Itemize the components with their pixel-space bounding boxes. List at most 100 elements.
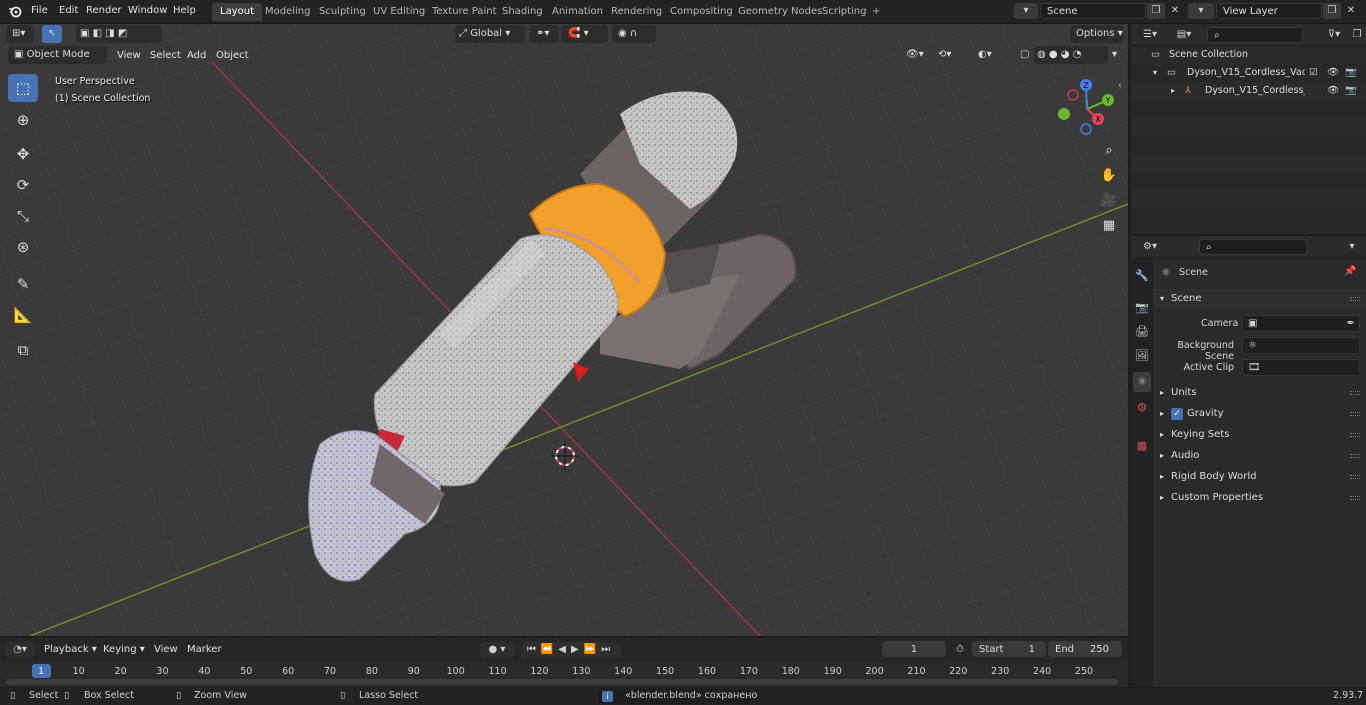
keying-sets-panel-header[interactable]: ▸ Keying Sets: [1153, 425, 1366, 445]
measure-tool-icon[interactable]: 📐: [8, 301, 38, 329]
scene-name-field[interactable]: Scene: [1040, 3, 1146, 19]
drag-handle-icon[interactable]: [1350, 412, 1360, 416]
select-box-tool-icon[interactable]: ⬚: [8, 74, 38, 102]
rigid-body-world-panel-header[interactable]: ▸ Rigid Body World: [1153, 467, 1366, 487]
render-camera-icon[interactable]: 📷: [1345, 64, 1357, 82]
new-collection-icon[interactable]: ❐: [1349, 27, 1365, 43]
new-scene-icon[interactable]: ❐: [1147, 3, 1165, 19]
keying-dropdown[interactable]: Keying ▾: [99, 641, 149, 659]
output-tab-icon[interactable]: 🖨: [1133, 322, 1151, 342]
properties-editor-type-icon[interactable]: ⚙▾: [1137, 239, 1163, 255]
exclude-checkbox-icon[interactable]: ☑: [1309, 64, 1318, 82]
shading-options-icon[interactable]: ▾: [1106, 46, 1122, 64]
current-frame-field[interactable]: 1: [882, 641, 946, 657]
new-view-layer-icon[interactable]: ❐: [1323, 3, 1341, 19]
menu-edit[interactable]: Edit: [59, 5, 78, 16]
viewport-menu-view[interactable]: View: [112, 47, 146, 65]
world-tab-icon[interactable]: ◍: [1133, 397, 1151, 417]
viewport-menu-select[interactable]: Select: [145, 47, 186, 65]
overlay-toggle-icon[interactable]: ◐▾: [972, 46, 1006, 64]
scene-tab-icon[interactable]: ⚛: [1133, 372, 1151, 392]
tab-uv-editing[interactable]: UV Editing: [365, 3, 433, 21]
tab-rendering[interactable]: Rendering: [603, 3, 670, 21]
zoom-view-icon[interactable]: ⌕: [1098, 140, 1120, 162]
camera-field[interactable]: ▣ ✒: [1242, 315, 1360, 332]
tool-tab-icon[interactable]: 🔧: [1133, 266, 1151, 286]
view-layer-tab-icon[interactable]: 🖼: [1133, 346, 1151, 366]
properties-options-icon[interactable]: ▾: [1343, 239, 1361, 255]
transform-orientation-dropdown[interactable]: ⤢ Global ▾: [455, 25, 525, 43]
render-camera-icon[interactable]: 📷: [1345, 82, 1357, 100]
expand-arrow-icon[interactable]: ▸: [1171, 82, 1175, 100]
texture-tab-icon[interactable]: ▩: [1133, 436, 1151, 456]
gravity-panel-header[interactable]: ▸ ✓ Gravity: [1153, 404, 1366, 424]
drag-handle-icon[interactable]: [1350, 475, 1360, 479]
auto-keying-icon[interactable]: ● ▾: [480, 642, 514, 658]
menu-file[interactable]: File: [31, 5, 48, 16]
drag-handle-icon[interactable]: [1350, 496, 1360, 500]
selection-mode-icons[interactable]: ▣ ◧ ◨ ◩: [76, 25, 162, 43]
3d-viewport[interactable]: ⊞▾ ↖ ▣ ◧ ◨ ◩ ⤢ Global ▾ ⚭▾ 🧲 ▾ ◉ ∩ Optio…: [0, 24, 1128, 636]
menu-help[interactable]: Help: [173, 5, 196, 16]
end-frame-field[interactable]: End 250: [1048, 641, 1122, 657]
start-frame-field[interactable]: Start 1: [972, 641, 1046, 657]
proportional-editing-icon[interactable]: ◉ ∩: [612, 25, 656, 43]
collapse-arrow-icon[interactable]: ▾: [1153, 64, 1157, 82]
filter-icon[interactable]: ⊽▾: [1321, 27, 1347, 43]
cursor-tool-icon[interactable]: ⊕: [8, 106, 38, 134]
outliner-editor-type-icon[interactable]: ☰▾: [1137, 27, 1163, 43]
xray-toggle-icon[interactable]: ▢: [1014, 46, 1032, 64]
snap-toggle-icon[interactable]: 🧲 ▾: [562, 25, 608, 43]
viewport-menu-object[interactable]: Object: [211, 47, 254, 65]
tab-layout[interactable]: Layout: [212, 3, 262, 21]
editor-type-icon[interactable]: ⊞▾: [6, 25, 34, 43]
scene-panel-header[interactable]: ▾ Scene: [1153, 289, 1366, 309]
stopwatch-icon[interactable]: ⏱: [952, 642, 968, 658]
navigation-gizmo[interactable]: Z Y X: [1052, 74, 1122, 144]
tab-texture-paint[interactable]: Texture Paint: [424, 3, 505, 21]
annotate-tool-icon[interactable]: ✎: [8, 270, 38, 298]
active-clip-field[interactable]: 🎞: [1242, 359, 1360, 376]
render-tab-icon[interactable]: 📷: [1133, 298, 1151, 318]
timeline-editor-type-icon[interactable]: ◔▾: [6, 642, 34, 658]
tab-animation[interactable]: Animation: [544, 3, 611, 21]
drag-handle-icon[interactable]: [1350, 391, 1360, 395]
transform-tool-icon[interactable]: ⊛: [8, 233, 38, 261]
visibility-eye-icon[interactable]: 👁▾: [900, 46, 930, 64]
gizmo-toggle-icon[interactable]: ⟲▾: [932, 46, 966, 64]
camera-view-icon[interactable]: 🎥: [1098, 190, 1120, 212]
menu-window[interactable]: Window: [128, 5, 167, 16]
drag-handle-icon[interactable]: [1350, 297, 1360, 301]
outliner-display-mode-icon[interactable]: ▤▾: [1171, 27, 1197, 43]
viewport-scene[interactable]: [0, 24, 1128, 636]
properties-search-input[interactable]: ⌕: [1199, 239, 1307, 255]
timeline-menu-marker[interactable]: Marker: [183, 641, 226, 659]
timeline-scrollbar[interactable]: [6, 679, 1118, 685]
blender-logo-icon[interactable]: [8, 4, 22, 18]
remove-scene-icon[interactable]: ✕: [1166, 3, 1184, 19]
pin-icon[interactable]: 📌: [1344, 266, 1356, 277]
units-panel-header[interactable]: ▸ Units: [1153, 383, 1366, 403]
outliner-row-scene-collection[interactable]: ▭ Scene Collection: [1131, 46, 1366, 64]
scale-tool-icon[interactable]: ⤡: [8, 202, 38, 230]
ortho-toggle-icon[interactable]: ▦: [1098, 215, 1120, 237]
tab-modeling[interactable]: Modeling: [257, 3, 319, 21]
background-scene-field[interactable]: ⚛: [1242, 337, 1360, 354]
sidebar-toggle-icon[interactable]: ‹: [1118, 80, 1122, 91]
view-layer-selector-icon[interactable]: ▾: [1188, 3, 1214, 19]
pivot-point-icon[interactable]: ⚭▾: [530, 25, 558, 43]
custom-properties-panel-header[interactable]: ▸ Custom Properties: [1153, 488, 1366, 508]
drag-handle-icon[interactable]: [1350, 454, 1360, 458]
tab-compositing[interactable]: Compositing: [662, 3, 741, 21]
audio-panel-header[interactable]: ▸ Audio: [1153, 446, 1366, 466]
playback-dropdown[interactable]: Playback ▾: [40, 641, 101, 659]
tab-shading[interactable]: Shading: [494, 3, 551, 21]
move-tool-icon[interactable]: ✥: [8, 140, 38, 168]
options-dropdown[interactable]: Options ▾: [1070, 25, 1123, 43]
visibility-eye-icon[interactable]: 👁: [1327, 64, 1339, 82]
rotate-tool-icon[interactable]: ⟳: [8, 171, 38, 199]
outliner-row-collection[interactable]: ▾ ▭ Dyson_V15_Cordless_Vacuum ☑ 👁 📷: [1131, 64, 1366, 82]
viewport-menu-add[interactable]: Add: [182, 47, 211, 65]
view-layer-name-field[interactable]: View Layer: [1216, 3, 1322, 19]
tweak-tool-icon[interactable]: ↖: [42, 25, 62, 43]
